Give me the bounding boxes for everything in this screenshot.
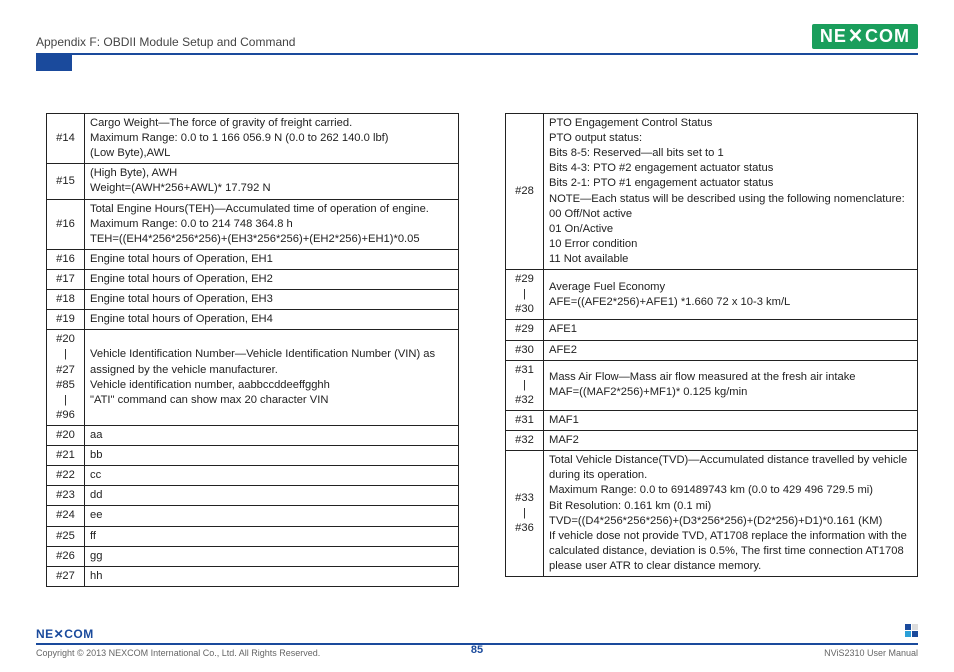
row-index: #31	[506, 410, 544, 430]
row-index: #23	[47, 486, 85, 506]
table-row: #16Total Engine Hours(TEH)—Accumulated t…	[47, 199, 459, 249]
row-text: ff	[85, 526, 459, 546]
header-title: Appendix F: OBDII Module Setup and Comma…	[36, 35, 295, 49]
table-row: #26gg	[47, 546, 459, 566]
table-row: #14Cargo Weight—The force of gravity of …	[47, 114, 459, 164]
copyright-text: Copyright © 2013 NEXCOM International Co…	[36, 648, 320, 658]
row-text: Engine total hours of Operation, EH4	[85, 310, 459, 330]
row-index: #25	[47, 526, 85, 546]
row-index: #20|#27#85|#96	[47, 330, 85, 426]
row-text: Engine total hours of Operation, EH1	[85, 249, 459, 269]
row-text: PTO Engagement Control StatusPTO output …	[544, 114, 918, 270]
row-text: gg	[85, 546, 459, 566]
table-row: #28PTO Engagement Control StatusPTO outp…	[506, 114, 918, 270]
page-footer: NE✕COM Copyright © 2013 NEXCOM Internati…	[36, 627, 918, 658]
table-row: #16Engine total hours of Operation, EH1	[47, 249, 459, 269]
logo-x-icon: ✕	[848, 25, 864, 48]
row-text: MAF2	[544, 431, 918, 451]
table-row: #31MAF1	[506, 410, 918, 430]
footer-square-icon	[904, 623, 918, 637]
row-text: hh	[85, 566, 459, 586]
row-text: Total Vehicle Distance(TVD)—Accumulated …	[544, 451, 918, 577]
table-row: #29|#30Average Fuel EconomyAFE=((AFE2*25…	[506, 270, 918, 320]
table-row: #29AFE1	[506, 320, 918, 340]
table-row: #20|#27#85|#96Vehicle Identification Num…	[47, 330, 459, 426]
row-text: cc	[85, 466, 459, 486]
row-index: #29	[506, 320, 544, 340]
row-index: #21	[47, 446, 85, 466]
row-text: AFE2	[544, 340, 918, 360]
left-table: #14Cargo Weight—The force of gravity of …	[46, 113, 459, 587]
row-index: #15	[47, 164, 85, 199]
row-index: #17	[47, 269, 85, 289]
table-row: #27hh	[47, 566, 459, 586]
table-row: #30AFE2	[506, 340, 918, 360]
table-row: #19Engine total hours of Operation, EH4	[47, 310, 459, 330]
right-column: #28PTO Engagement Control StatusPTO outp…	[505, 113, 918, 587]
table-row: #25ff	[47, 526, 459, 546]
row-text: Mass Air Flow—Mass air flow measured at …	[544, 360, 918, 410]
row-index: #33|#36	[506, 451, 544, 577]
row-text: MAF1	[544, 410, 918, 430]
table-row: #15(High Byte), AWHWeight=(AWH*256+AWL)*…	[47, 164, 459, 199]
row-text: AFE1	[544, 320, 918, 340]
row-index: #22	[47, 466, 85, 486]
row-text: Total Engine Hours(TEH)—Accumulated time…	[85, 199, 459, 249]
row-text: Vehicle Identification Number—Vehicle Id…	[85, 330, 459, 426]
table-row: #23dd	[47, 486, 459, 506]
table-row: #31|#32Mass Air Flow—Mass air flow measu…	[506, 360, 918, 410]
page-number: 85	[471, 644, 483, 656]
row-text: bb	[85, 446, 459, 466]
row-index: #16	[47, 249, 85, 269]
blue-tab-decor	[36, 53, 72, 71]
content-area: #14Cargo Weight—The force of gravity of …	[36, 113, 918, 587]
row-index: #31|#32	[506, 360, 544, 410]
logo-x-icon: ✕	[54, 627, 65, 641]
nexcom-logo: NE✕COM	[812, 24, 918, 49]
table-row: #21bb	[47, 446, 459, 466]
row-index: #30	[506, 340, 544, 360]
row-index: #26	[47, 546, 85, 566]
row-text: Cargo Weight—The force of gravity of fre…	[85, 114, 459, 164]
row-text: aa	[85, 425, 459, 445]
row-index: #19	[47, 310, 85, 330]
table-row: #32MAF2	[506, 431, 918, 451]
footer-line: Copyright © 2013 NEXCOM International Co…	[36, 643, 918, 658]
row-index: #24	[47, 506, 85, 526]
row-index: #14	[47, 114, 85, 164]
row-text: ee	[85, 506, 459, 526]
page-header: Appendix F: OBDII Module Setup and Comma…	[36, 24, 918, 55]
table-row: #17Engine total hours of Operation, EH2	[47, 269, 459, 289]
table-row: #22cc	[47, 466, 459, 486]
row-index: #16	[47, 199, 85, 249]
right-table: #28PTO Engagement Control StatusPTO outp…	[505, 113, 918, 577]
footer-logo: NE✕COM	[36, 627, 918, 641]
row-index: #28	[506, 114, 544, 270]
row-index: #32	[506, 431, 544, 451]
row-text: (High Byte), AWHWeight=(AWH*256+AWL)* 17…	[85, 164, 459, 199]
row-index: #20	[47, 425, 85, 445]
row-text: Engine total hours of Operation, EH3	[85, 290, 459, 310]
doc-name: NViS2310 User Manual	[824, 648, 918, 658]
table-row: #24ee	[47, 506, 459, 526]
row-index: #27	[47, 566, 85, 586]
row-index: #29|#30	[506, 270, 544, 320]
row-text: Average Fuel EconomyAFE=((AFE2*256)+AFE1…	[544, 270, 918, 320]
table-row: #18Engine total hours of Operation, EH3	[47, 290, 459, 310]
table-row: #33|#36Total Vehicle Distance(TVD)—Accum…	[506, 451, 918, 577]
table-row: #20aa	[47, 425, 459, 445]
row-text: Engine total hours of Operation, EH2	[85, 269, 459, 289]
row-text: dd	[85, 486, 459, 506]
row-index: #18	[47, 290, 85, 310]
left-column: #14Cargo Weight—The force of gravity of …	[46, 113, 459, 587]
